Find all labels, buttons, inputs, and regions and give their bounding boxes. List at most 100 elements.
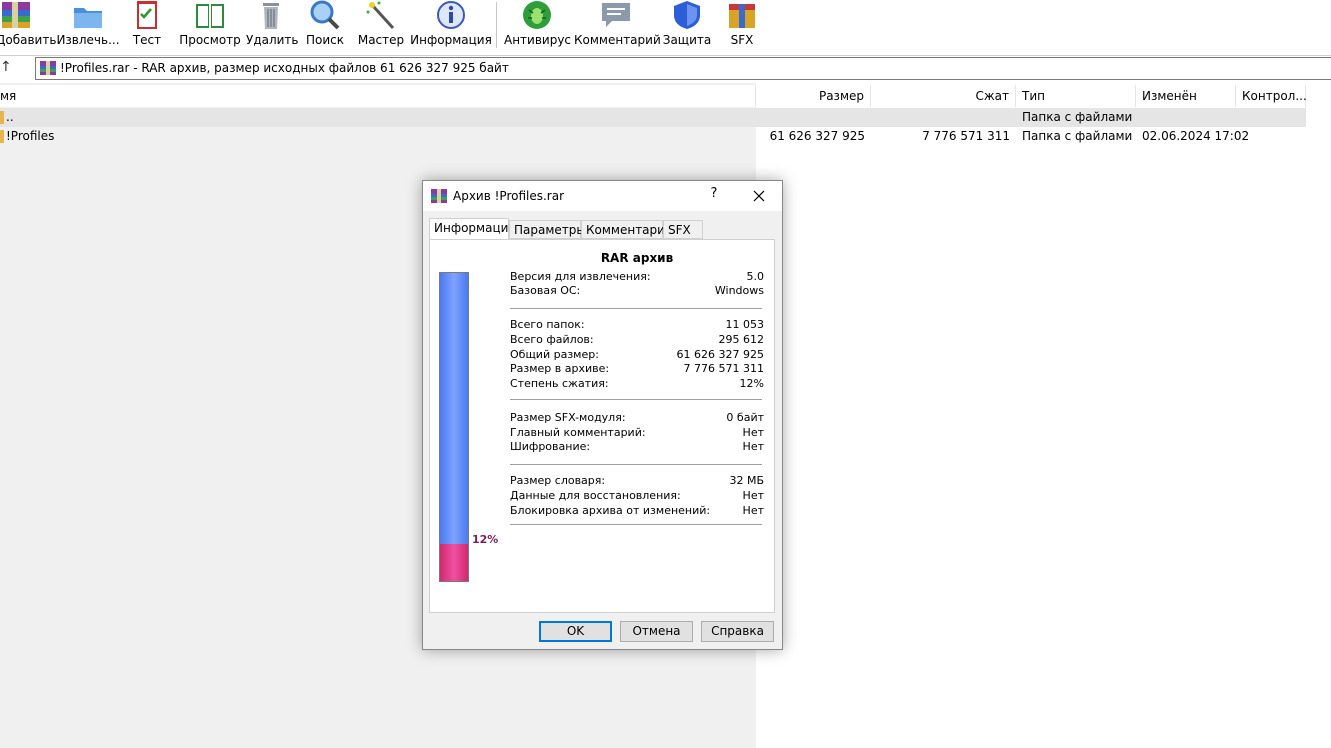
tab-parameters[interactable]: Параметры xyxy=(509,220,586,239)
wizard-button-label: Мастер xyxy=(357,33,405,47)
tab-comment[interactable]: Комментарий xyxy=(581,220,673,239)
info-key: Размер в архиве: xyxy=(510,362,610,375)
ratio-percent-label: 12% xyxy=(472,533,499,546)
info-key: Всего файлов: xyxy=(510,333,594,346)
info-panel: 12% RAR архив Версия для извлечения: 5.0 … xyxy=(429,239,775,613)
dialog-help-button[interactable]: ? xyxy=(707,186,721,201)
divider xyxy=(510,308,762,309)
info-value: Нет xyxy=(742,426,764,439)
toolbar: Добавить Извлечь... Тест Просмотр Удалит… xyxy=(0,0,1331,55)
ok-button[interactable]: OK xyxy=(539,621,612,642)
tab-info[interactable]: Информация xyxy=(429,218,516,240)
table-row[interactable]: !Profiles 61 626 327 925 7 776 571 311 П… xyxy=(0,127,1306,146)
divider xyxy=(510,464,762,465)
row-type: Папка с файлами xyxy=(1022,129,1133,143)
test-button[interactable]: Тест xyxy=(125,0,169,55)
close-icon[interactable] xyxy=(747,184,771,208)
shield-icon xyxy=(674,1,700,29)
find-button[interactable]: Поиск xyxy=(302,0,348,55)
folder-icon xyxy=(0,111,4,124)
row-modified: 02.06.2024 17:02 xyxy=(1142,129,1250,143)
info-key: Данные для восстановления: xyxy=(510,489,681,502)
sfx-box-icon xyxy=(729,4,755,28)
test-button-label: Тест xyxy=(132,33,162,47)
antivirus-button[interactable]: Антивирус xyxy=(504,0,572,55)
info-value: 32 МБ xyxy=(729,474,764,487)
help-button[interactable]: Справка xyxy=(701,621,774,642)
row-size: 61 626 327 925 xyxy=(769,129,865,143)
ratio-bar-fill xyxy=(440,544,468,581)
info-button[interactable]: Информация xyxy=(410,0,492,55)
row-type: Папка с файлами xyxy=(1022,110,1133,124)
up-arrow-icon[interactable]: ↑ xyxy=(0,59,14,77)
column-modified[interactable]: Изменён xyxy=(1136,85,1236,107)
delete-button-label: Удалить xyxy=(246,33,299,47)
row-packed: 7 776 571 311 xyxy=(922,129,1010,143)
info-row: Базовая ОС: Windows xyxy=(510,284,764,299)
antivirus-bug-icon xyxy=(523,1,551,29)
folder-icon xyxy=(0,130,4,143)
trash-bin-icon xyxy=(263,3,279,29)
extract-folder-icon xyxy=(74,8,102,28)
column-name[interactable]: мя xyxy=(0,85,756,107)
info-row: Степень сжатия: 12% xyxy=(510,377,764,392)
info-value: 295 612 xyxy=(718,333,765,346)
row-name: .. xyxy=(6,110,14,124)
dialog-title-bar[interactable]: Архив !Profiles.rar ? xyxy=(423,181,782,211)
row-name: !Profiles xyxy=(6,129,55,143)
info-key: Главный комментарий: xyxy=(510,426,646,439)
info-value: Нет xyxy=(742,440,764,453)
archive-format-heading: RAR архив xyxy=(600,251,674,265)
address-bar[interactable]: !Profiles.rar - RAR архив, размер исходн… xyxy=(35,57,1331,80)
column-packed[interactable]: Сжат xyxy=(871,85,1016,107)
info-value: 0 байт xyxy=(726,411,764,424)
column-header-row: мя Размер Сжат Тип Изменён Контрол... xyxy=(0,85,1307,107)
info-row: Блокировка архива от изменений: Нет xyxy=(510,504,764,519)
info-key: Версия для извлечения: xyxy=(510,270,651,283)
divider xyxy=(510,524,762,525)
info-key: Размер словаря: xyxy=(510,474,606,487)
info-row: Размер в архиве: 7 776 571 311 xyxy=(510,362,764,377)
divider xyxy=(510,399,762,400)
sfx-button[interactable]: SFX xyxy=(720,0,764,55)
info-key: Размер SFX-модуля: xyxy=(510,411,626,424)
antivirus-button-label: Антивирус xyxy=(504,33,572,47)
dialog-title: Архив !Profiles.rar xyxy=(453,189,565,203)
delete-button[interactable]: Удалить xyxy=(246,0,299,55)
column-crc[interactable]: Контрол... xyxy=(1236,85,1307,107)
info-key: Всего папок: xyxy=(510,318,585,331)
table-row[interactable]: .. Папка с файлами xyxy=(0,108,1306,127)
view-button[interactable]: Просмотр xyxy=(178,0,242,55)
magic-wand-icon xyxy=(366,1,395,30)
archive-info-dialog: Архив !Profiles.rar ? Информация Парамет… xyxy=(422,180,783,650)
add-button[interactable]: Добавить xyxy=(0,0,56,55)
tab-sfx[interactable]: SFX xyxy=(663,220,703,239)
info-row: Шифрование: Нет xyxy=(510,440,764,455)
column-type[interactable]: Тип xyxy=(1016,85,1136,107)
info-key: Общий размер: xyxy=(510,348,599,361)
ratio-bar-remaining xyxy=(440,273,468,544)
magnifier-icon xyxy=(310,0,340,30)
column-size[interactable]: Размер xyxy=(756,85,871,107)
rar-archive-icon xyxy=(40,61,56,75)
toolbar-separator xyxy=(496,2,497,48)
info-key: Шифрование: xyxy=(510,440,591,453)
file-list-empty-area xyxy=(756,83,1331,748)
info-value: Windows xyxy=(714,284,764,297)
sfx-button-label: SFX xyxy=(730,33,754,47)
info-row: Данные для восстановления: Нет xyxy=(510,489,764,504)
protect-button[interactable]: Защита xyxy=(662,0,712,55)
info-row: Версия для извлечения: 5.0 xyxy=(510,270,764,285)
protect-button-label: Защита xyxy=(662,33,712,47)
info-row: Главный комментарий: Нет xyxy=(510,426,764,441)
address-row: ↑ !Profiles.rar - RAR архив, размер исхо… xyxy=(0,55,1331,81)
comment-icon xyxy=(602,3,630,27)
wizard-button[interactable]: Мастер xyxy=(356,0,406,55)
comment-button[interactable]: Комментарий xyxy=(574,0,661,55)
extract-button[interactable]: Извлечь... xyxy=(56,0,120,55)
info-value: 12% xyxy=(739,377,764,390)
extract-button-label: Извлечь... xyxy=(56,33,120,47)
info-row: Всего папок: 11 053 xyxy=(510,318,764,333)
cancel-button[interactable]: Отмена xyxy=(620,621,693,642)
info-value: 61 626 327 925 xyxy=(676,348,764,361)
